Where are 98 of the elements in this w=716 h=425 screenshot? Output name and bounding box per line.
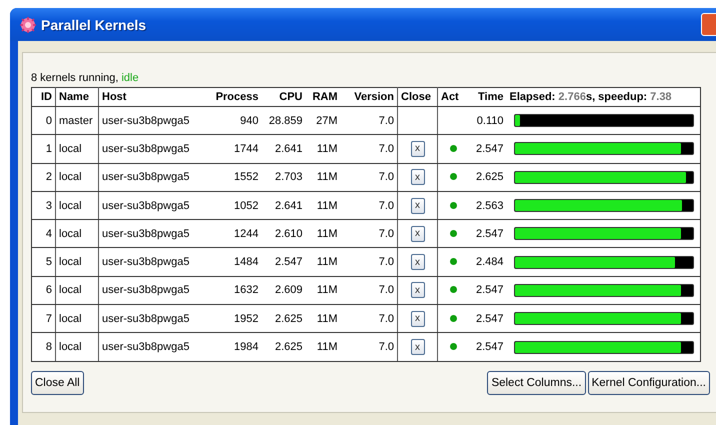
close-kernel-button[interactable]: x [410,310,424,327]
version-cell: 7.0 [378,171,394,184]
id-cell: 8 [46,341,52,354]
ram-cell: 11M [316,171,338,184]
host-cell: user-su3b8pwga5 [102,142,190,155]
process-cell: 940 [240,114,258,127]
process-cell: 1632 [234,284,258,296]
cpu-cell: 2.625 [274,341,302,354]
id-cell: 3 [46,200,52,212]
close-kernel-button[interactable]: x [410,254,424,270]
process-cell: 1552 [234,171,258,184]
elapsed-header: Elapsed: 2.766s, speedup: 7.38 [506,88,700,106]
time-cell: 2.625 [476,171,504,184]
column-header: Act [438,88,470,106]
close-kernel-button[interactable]: x [410,198,424,214]
host-cell: user-su3b8pwga5 [102,114,190,127]
name-cell: local [59,284,82,296]
process-cell: 1984 [234,341,258,354]
cpu-cell: 2.641 [274,142,302,155]
cpu-cell: 2.641 [274,200,302,212]
close-kernel-button[interactable]: x [410,169,424,186]
ram-cell: 11M [316,256,338,268]
window-title: Parallel Kernels [41,16,148,32]
column-header: Host [98,88,204,106]
status-state: idle [121,72,139,84]
cpu-cell: 2.547 [274,256,302,268]
column-header: ID [32,88,56,106]
id-cell: 2 [46,171,52,184]
host-cell: user-su3b8pwga5 [102,256,190,268]
name-cell: local [59,256,82,268]
ram-cell: 27M [316,114,338,127]
column-header: Process [204,88,262,106]
id-cell: 5 [46,256,52,268]
host-cell: user-su3b8pwga5 [102,171,190,184]
host-cell: user-su3b8pwga5 [102,284,190,296]
name-cell: local [59,200,82,212]
column-header: Close [398,88,438,106]
version-cell: 7.0 [378,228,394,240]
host-cell: user-su3b8pwga5 [102,312,190,325]
host-cell: user-su3b8pwga5 [102,200,190,212]
name-cell: master [59,114,93,127]
process-cell: 1952 [234,312,258,325]
ram-cell: 11M [316,284,338,296]
cpu-cell: 2.703 [274,171,302,184]
id-cell: 6 [46,284,52,296]
app-icon [20,16,36,32]
column-header: RAM [306,88,340,106]
ram-cell: 11M [316,341,338,354]
process-cell: 1744 [234,142,258,155]
id-cell: 0 [46,114,52,127]
time-cell: 2.484 [476,256,504,268]
time-cell: 0.110 [476,114,504,127]
name-cell: local [59,312,82,325]
column-header: CPU [262,88,306,106]
time-cell: 2.547 [476,341,504,354]
close-kernel-button[interactable]: x [410,282,424,298]
version-cell: 7.0 [378,312,394,325]
column-header: Name [56,88,98,106]
time-cell: 2.547 [476,312,504,325]
cpu-cell: 2.609 [274,284,302,296]
name-cell: local [59,171,82,184]
id-cell: 7 [46,312,52,325]
name-cell: local [59,341,82,354]
close-all-button[interactable]: Close All [31,370,84,395]
process-cell: 1052 [234,200,258,212]
time-cell: 2.547 [476,142,504,155]
version-cell: 7.0 [378,284,394,296]
column-header: Version [340,88,398,106]
process-cell: 1244 [234,228,258,240]
ram-cell: 11M [316,200,338,212]
id-cell: 4 [46,228,52,240]
version-cell: 7.0 [378,341,394,354]
select-columns-button[interactable]: Select Columns... [487,370,586,395]
ram-cell: 11M [316,312,338,325]
ram-cell: 11M [316,228,338,240]
cpu-cell: 2.625 [274,312,302,325]
cpu-cell: 28.859 [268,114,302,127]
id-cell: 1 [46,142,52,155]
close-kernel-button[interactable]: x [410,226,424,242]
close-kernel-button[interactable]: x [410,140,424,157]
column-header: Time [470,88,506,106]
version-cell: 7.0 [378,142,394,155]
kernel-configuration-button[interactable]: Kernel Configuration... [588,370,710,395]
host-cell: user-su3b8pwga5 [102,341,190,354]
status-text: 8 kernels running, [31,72,118,84]
close-kernel-button[interactable]: x [410,339,424,356]
version-cell: 7.0 [378,200,394,212]
process-cell: 1484 [234,256,258,268]
ram-cell: 11M [316,142,338,155]
name-cell: local [59,142,82,155]
version-cell: 7.0 [378,256,394,268]
version-cell: 7.0 [378,114,394,127]
name-cell: local [59,228,82,240]
host-cell: user-su3b8pwga5 [102,228,190,240]
time-cell: 2.547 [476,284,504,296]
cpu-cell: 2.610 [274,228,302,240]
time-cell: 2.563 [476,200,504,212]
time-cell: 2.547 [476,228,504,240]
